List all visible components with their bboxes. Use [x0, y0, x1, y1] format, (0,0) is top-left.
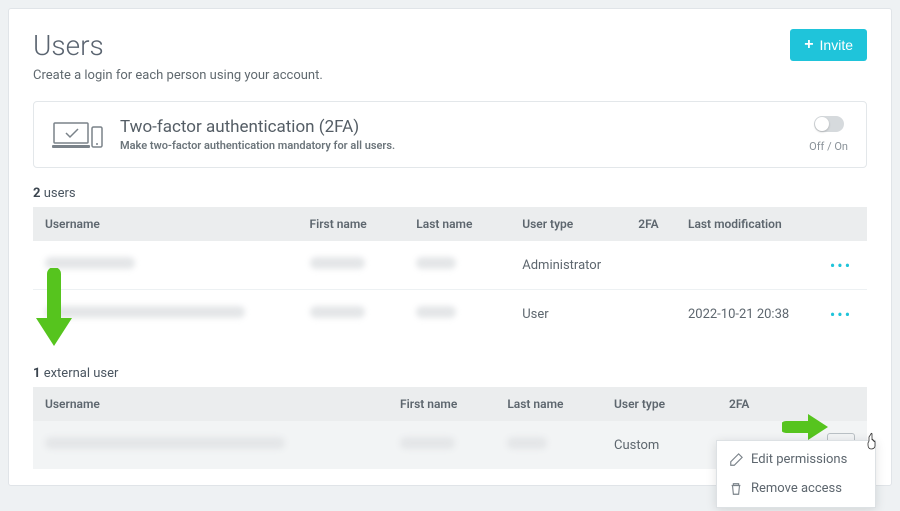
col-2fa[interactable]: 2FA	[626, 207, 676, 241]
users-count-label: users	[44, 186, 76, 201]
table-row: User 2022-10-21 20:38 •••	[33, 290, 867, 339]
col-usertype[interactable]: User type	[510, 207, 626, 241]
twofa-text: Two-factor authentication (2FA) Make two…	[120, 117, 809, 152]
redacted-firstname	[310, 306, 365, 318]
redacted-lastname	[416, 306, 456, 318]
devices-icon	[52, 119, 104, 151]
col-firstname[interactable]: First name	[388, 387, 495, 421]
twofa-card: Two-factor authentication (2FA) Make two…	[33, 101, 867, 168]
users-count: 2 users	[33, 186, 867, 201]
external-count-label: external user	[44, 366, 119, 381]
cell-usertype: User	[510, 290, 626, 339]
external-count-num: 1	[33, 366, 40, 381]
redacted-firstname	[400, 437, 455, 449]
row-actions-button[interactable]: •••	[827, 302, 855, 326]
external-count: 1 external user	[33, 366, 867, 381]
pencil-icon	[729, 453, 743, 467]
redacted-firstname	[310, 257, 365, 269]
twofa-toggle-label: Off / On	[809, 140, 848, 153]
plus-icon: +	[804, 37, 813, 53]
cell-usertype: Custom	[602, 421, 717, 469]
cell-usertype: Administrator	[510, 241, 626, 290]
cell-lastmod: 2022-10-21 20:38	[676, 290, 815, 339]
row-actions-menu: Edit permissions Remove access	[716, 440, 876, 508]
twofa-title: Two-factor authentication (2FA)	[120, 117, 809, 137]
users-table: Username First name Last name User type …	[33, 207, 867, 338]
twofa-toggle-area: Off / On	[809, 116, 848, 153]
annotation-arrow-right-icon	[782, 412, 828, 442]
col-usertype[interactable]: User type	[602, 387, 717, 421]
redacted-username	[45, 437, 285, 449]
col-username[interactable]: Username	[33, 387, 388, 421]
cell-lastmod	[676, 241, 815, 290]
col-firstname[interactable]: First name	[298, 207, 405, 241]
users-panel: Users + Invite Create a login for each p…	[8, 8, 892, 486]
twofa-toggle[interactable]	[814, 116, 844, 132]
annotation-arrow-down-icon	[32, 268, 76, 348]
menu-remove-access[interactable]: Remove access	[717, 474, 875, 503]
cursor-pointer-icon	[866, 432, 882, 450]
redacted-lastname	[416, 257, 456, 269]
menu-remove-label: Remove access	[751, 481, 842, 496]
col-lastmod[interactable]: Last modification	[676, 207, 815, 241]
menu-edit-permissions[interactable]: Edit permissions	[717, 445, 875, 474]
header-row: Users + Invite	[33, 29, 867, 62]
page-title: Users	[33, 29, 104, 62]
table-row: Administrator •••	[33, 241, 867, 290]
col-lastname[interactable]: Last name	[404, 207, 510, 241]
twofa-subtitle: Make two-factor authentication mandatory…	[120, 139, 809, 152]
redacted-lastname	[507, 437, 547, 449]
trash-icon	[729, 482, 743, 496]
users-count-num: 2	[33, 186, 40, 201]
page-subtitle: Create a login for each person using you…	[33, 68, 867, 83]
col-username[interactable]: Username	[33, 207, 298, 241]
row-actions-button[interactable]: •••	[827, 253, 855, 277]
col-lastname[interactable]: Last name	[495, 387, 602, 421]
invite-label: Invite	[820, 37, 853, 53]
menu-edit-label: Edit permissions	[751, 452, 847, 467]
invite-button[interactable]: + Invite	[790, 29, 867, 61]
